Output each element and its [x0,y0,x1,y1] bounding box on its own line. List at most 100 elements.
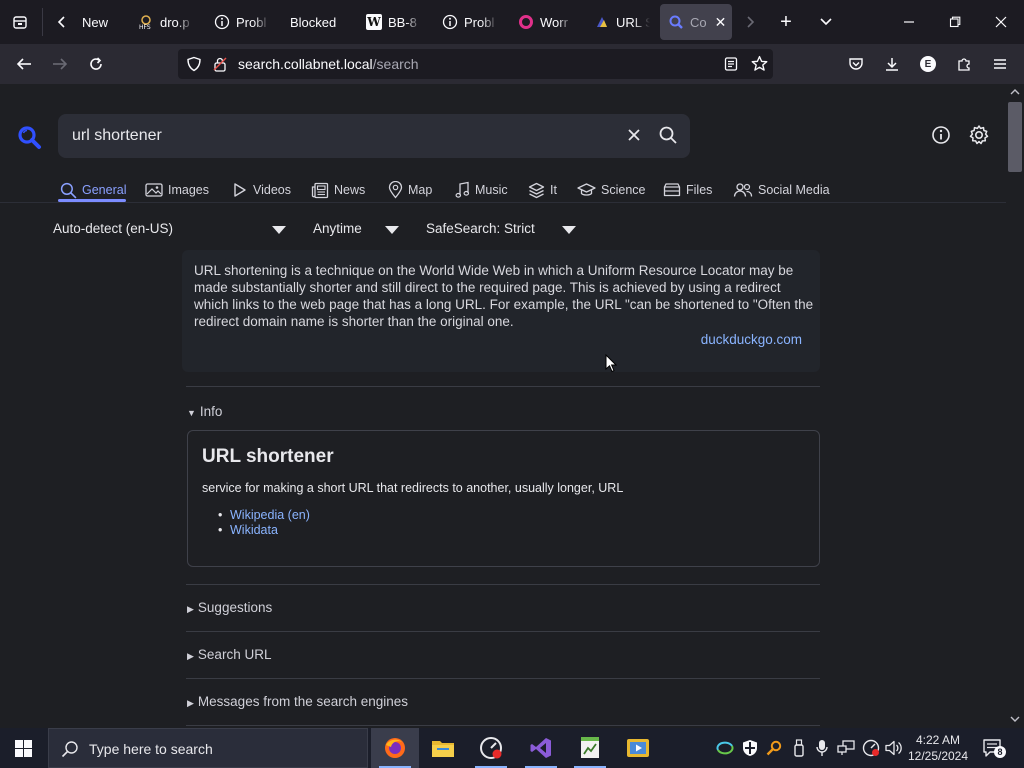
answer-box: URL shortening is a technique on the Wor… [182,250,820,372]
account-avatar-icon[interactable]: E [914,50,942,78]
tab-label: URL S [616,14,650,30]
connection-not-secure-lock-icon[interactable] [212,56,228,77]
taskbar-search-box[interactable]: Type here to search [48,728,368,768]
tray-network-wired-icon[interactable] [837,739,855,757]
language-dropdown-caret-icon[interactable] [272,226,286,234]
divider [186,386,820,387]
list-all-tabs-chevron-icon[interactable] [812,8,840,36]
search-submit-icon[interactable] [658,125,678,150]
tab-1[interactable]: HFS dro.p [138,4,194,40]
extensions-puzzle-icon[interactable] [950,50,978,78]
taskbar-file-explorer-icon[interactable] [419,728,467,768]
preferences-gear-icon[interactable] [968,124,990,151]
reader-view-icon[interactable] [723,56,739,77]
scroll-up-arrow-icon[interactable] [1010,88,1020,96]
restore-window-icon[interactable] [941,8,969,36]
tab-4[interactable]: W BB-8 [366,4,422,40]
answer-text: URL shortening is a technique on the Wor… [194,263,814,329]
tray-usb-device-icon[interactable] [790,739,808,757]
tab-scroll-left-icon[interactable] [48,8,76,36]
taskbar-clock[interactable]: 4:22 AM 12/25/2024 [904,732,972,764]
scroll-down-arrow-icon[interactable] [1010,715,1020,723]
collapsed-triangle-icon: ▶ [187,651,194,661]
clock-date: 12/25/2024 [907,749,969,763]
language-select[interactable]: Auto-detect (en-US) [53,221,173,236]
files-icon [663,183,681,197]
bookmark-star-icon[interactable] [751,55,768,77]
tab-3[interactable]: Blocked [290,4,346,40]
time-dropdown-caret-icon[interactable] [385,226,399,234]
answer-source-link[interactable]: duckduckgo.com [701,332,802,347]
taskbar-notepad-chart-icon[interactable] [566,728,614,768]
divider [186,631,820,632]
category-images[interactable]: Images [145,178,209,202]
category-files[interactable]: Files [663,178,712,202]
category-social-media[interactable]: Social Media [733,178,830,202]
firefox-view-icon[interactable] [6,8,34,36]
time-range-select[interactable]: Anytime [313,221,362,236]
searxng-logo-icon[interactable] [16,124,42,155]
notification-center-icon[interactable]: 8 [982,738,1006,763]
vertical-scrollbar[interactable] [1006,84,1024,728]
scrollbar-thumb[interactable] [1008,102,1022,172]
tray-security-shield-icon[interactable] [741,739,759,757]
clear-search-icon[interactable] [626,127,642,148]
reload-icon[interactable] [82,50,110,78]
infobox-link-wikidata[interactable]: Wikidata [218,523,278,537]
category-label: Videos [253,183,291,197]
divider [186,678,820,679]
taskbar-media-player-icon[interactable] [614,728,662,768]
safesearch-select[interactable]: SafeSearch: Strict [426,221,535,236]
infobox-title: URL shortener [202,446,334,467]
taskbar-firefox-icon[interactable] [371,728,419,768]
tab-2[interactable]: Probl [214,4,270,40]
category-science[interactable]: Science [577,178,645,202]
category-music[interactable]: Music [455,178,508,202]
category-label: Files [686,183,713,197]
layers-icon [528,182,545,198]
infobox-link-wikipedia[interactable]: Wikipedia (en) [218,508,310,522]
close-tab-icon[interactable]: ✕ [715,14,727,31]
hamburger-menu-icon[interactable] [986,50,1014,78]
search-input[interactable] [72,127,592,145]
info-section-label: Info [199,404,223,419]
notification-count-badge: 8 [994,746,1006,758]
downloads-icon[interactable] [878,50,906,78]
category-videos[interactable]: Videos [232,178,291,202]
taskbar-app-gauge-icon[interactable] [467,728,515,768]
tab-0[interactable]: New [82,4,130,40]
suggestions-section-toggle[interactable]: ▶ Suggestions [187,600,272,615]
tracking-protection-shield-icon[interactable] [186,56,202,77]
about-info-icon[interactable] [931,125,951,150]
music-note-icon [455,181,470,198]
category-map[interactable]: Map [388,178,432,202]
category-news[interactable]: News [311,178,365,202]
tray-search-key-icon[interactable] [765,739,783,757]
engine-messages-section-toggle[interactable]: ▶ Messages from the search engines [187,694,408,709]
tab-8-active[interactable]: Co ✕ [660,4,732,40]
back-arrow-icon[interactable] [10,50,38,78]
category-it[interactable]: It [528,178,557,202]
new-tab-plus-icon[interactable]: + [772,8,800,36]
close-window-icon[interactable] [987,8,1015,36]
tab-6[interactable]: Worr [518,4,574,40]
tab-5[interactable]: Probl [442,4,498,40]
search-url-section-toggle[interactable]: ▶ Search URL [187,647,271,662]
address-bar[interactable]: search.collabnet.local/search [178,49,773,79]
taskbar-visual-studio-icon[interactable] [517,728,565,768]
tray-gauge-alert-icon[interactable] [862,739,880,757]
pocket-icon[interactable] [842,50,870,78]
minimize-window-icon[interactable] [895,8,923,36]
windows-start-icon[interactable] [15,740,32,762]
safesearch-dropdown-caret-icon[interactable] [562,226,576,234]
tab-label: dro.p [160,14,190,30]
forward-arrow-icon[interactable] [46,50,74,78]
search-box [58,114,690,158]
tab-scroll-right-icon[interactable] [736,8,764,36]
tray-volume-speaker-icon[interactable] [885,739,903,757]
tray-network-sync-icon[interactable] [716,739,734,757]
tab-7[interactable]: URL S [594,4,650,40]
info-section-toggle[interactable]: ▼ Info [187,404,222,419]
tray-microphone-icon[interactable] [813,739,831,757]
url-shortener-favicon-icon [594,14,610,30]
